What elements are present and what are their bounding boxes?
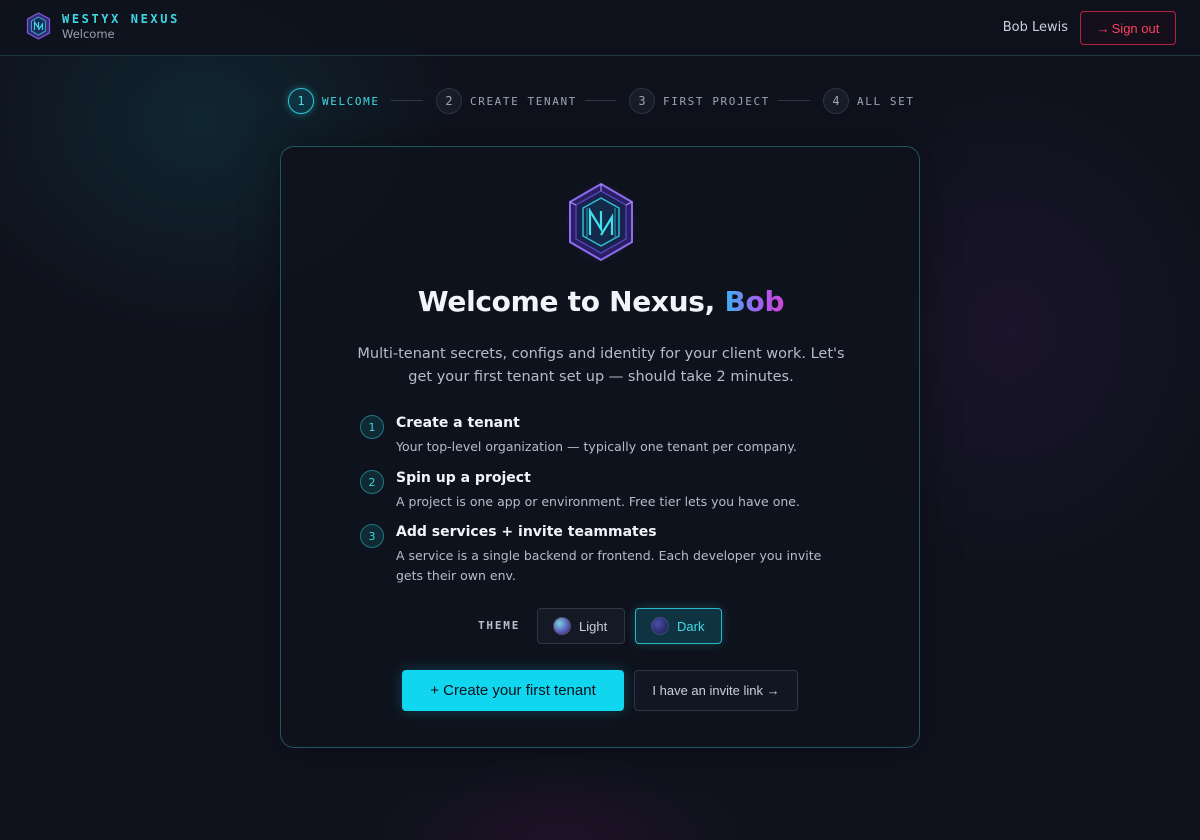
welcome-title-prefix: Welcome to Nexus, [417,285,725,318]
theme-light-label: Light [579,618,608,634]
onboarding-stepper: 1 WELCOME 2 CREATE TENANT 3 FIRST PROJEC… [0,88,1200,114]
list-item-number: 2 [360,470,384,494]
welcome-card: Welcome to Nexus, Bob Multi-tenant secre… [280,146,920,748]
welcome-user-name: Bob [724,285,785,318]
intro-text: Multi-tenant secrets, configs and identi… [357,346,845,385]
theme-label: THEME [478,619,521,632]
list-item-description: Your top-level organization — typically … [396,439,797,454]
brand-subtitle: Welcome [62,27,115,41]
step-label: CREATE TENANT [470,94,577,108]
step-first-project: 3 FIRST PROJECT [629,88,770,114]
cta-row: + Create your first tenant I have an inv… [281,670,921,712]
step-all-set: 4 ALL SET [823,88,915,114]
step-create-tenant: 2 CREATE TENANT [436,88,577,114]
step-label: WELCOME [322,94,380,108]
user-name: Bob Lewis [1002,20,1068,35]
list-item-title: Add services + invite teammates [396,524,657,540]
nexus-logo-icon [26,12,51,40]
step-divider [391,100,423,101]
theme-dark-button[interactable]: Dark [635,608,722,644]
list-item-number: 3 [360,524,384,548]
welcome-title: Welcome to Nexus, Bob [281,285,921,318]
theme-selector: THEME Light Dark [281,608,921,644]
step-divider [585,100,616,101]
step-label: FIRST PROJECT [663,94,770,108]
step-number: 3 [629,88,655,114]
step-number: 2 [436,88,462,114]
list-item-description: A project is one app or environment. Fre… [396,494,800,509]
step-divider [778,100,810,101]
sign-out-button[interactable]: → Sign out [1080,11,1176,45]
light-theme-swatch-icon [553,617,571,635]
step-number: 4 [823,88,849,114]
dark-theme-swatch-icon [651,617,669,635]
list-item-number: 1 [360,415,384,439]
top-bar: WESTYX NEXUS Welcome Bob Lewis → Sign ou… [0,0,1200,56]
step-label: ALL SET [857,94,915,108]
nexus-hero-logo-icon [565,182,637,262]
theme-dark-label: Dark [677,618,705,634]
list-item-title: Spin up a project [396,470,531,486]
brand-name: WESTYX NEXUS [62,12,180,26]
step-welcome: 1 WELCOME [288,88,380,114]
sign-out-icon: → [1096,20,1110,36]
invite-link-button[interactable]: I have an invite link → [634,670,798,711]
sign-out-label: Sign out [1111,20,1160,36]
create-tenant-button[interactable]: + Create your first tenant [402,670,624,711]
step-number: 1 [288,88,314,114]
list-item-description: A service is a single backend or fronten… [396,548,822,583]
list-item-title: Create a tenant [396,415,520,431]
theme-light-button[interactable]: Light [537,608,625,644]
